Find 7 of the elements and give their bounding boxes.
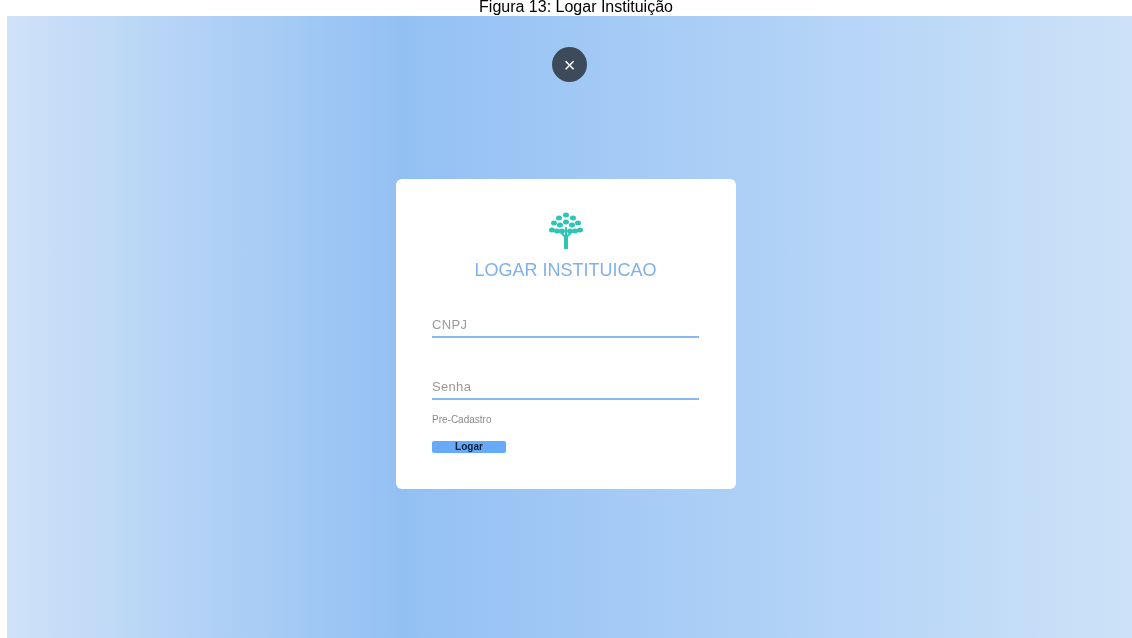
input-field[interactable]: CNPJ xyxy=(432,312,699,338)
card-title: LOGAR INSTITUICAO xyxy=(474,259,657,282)
close-button[interactable]: × xyxy=(552,47,587,82)
pre-registration-link[interactable]: Pre-Cadastro xyxy=(432,412,492,427)
input-field[interactable]: Senha xyxy=(432,374,699,400)
login-button[interactable]: Logar xyxy=(432,441,506,453)
figure-caption: Figura 13: Logar Instituição xyxy=(478,0,674,17)
